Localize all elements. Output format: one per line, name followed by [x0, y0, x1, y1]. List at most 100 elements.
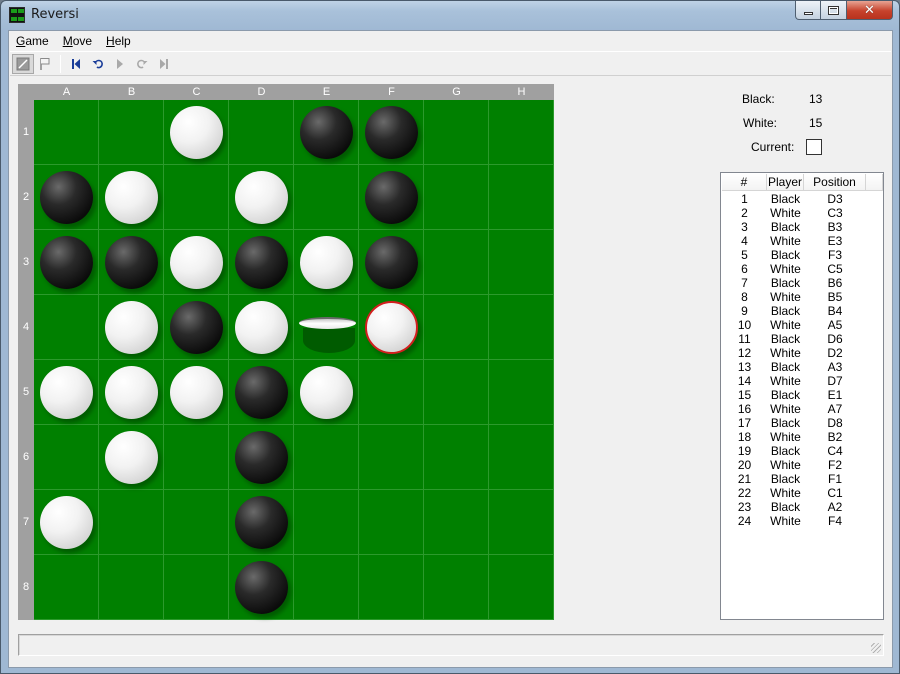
- board-cell-G3[interactable]: [424, 230, 489, 295]
- board-cell-D8[interactable]: [229, 555, 294, 620]
- board-cell-G7[interactable]: [424, 490, 489, 555]
- move-history-list[interactable]: # Player Position 1 Black D3 2 White C3 3 Black…: [720, 172, 884, 620]
- board-cell-E6[interactable]: [294, 425, 359, 490]
- board-cell-F3[interactable]: [359, 230, 424, 295]
- board-cell-A8[interactable]: [34, 555, 99, 620]
- board-cell-D7[interactable]: [229, 490, 294, 555]
- board-cell-A1[interactable]: [34, 100, 99, 165]
- history-row[interactable]: 8 White B5: [722, 291, 866, 305]
- board-cell-H5[interactable]: [489, 360, 554, 425]
- board-cell-A5[interactable]: [34, 360, 99, 425]
- board-cell-F2[interactable]: [359, 165, 424, 230]
- board-cell-A7[interactable]: [34, 490, 99, 555]
- board-cell-C4[interactable]: [164, 295, 229, 360]
- game-board[interactable]: [34, 100, 554, 620]
- board-cell-D6[interactable]: [229, 425, 294, 490]
- board-cell-D5[interactable]: [229, 360, 294, 425]
- board-cell-C6[interactable]: [164, 425, 229, 490]
- board-cell-A3[interactable]: [34, 230, 99, 295]
- board-cell-F8[interactable]: [359, 555, 424, 620]
- history-row[interactable]: 23 Black A2: [722, 501, 866, 515]
- board-cell-E3[interactable]: [294, 230, 359, 295]
- board-cell-E5[interactable]: [294, 360, 359, 425]
- board-cell-G5[interactable]: [424, 360, 489, 425]
- history-row[interactable]: 15 Black E1: [722, 389, 866, 403]
- history-row[interactable]: 10 White A5: [722, 319, 866, 333]
- board-cell-C7[interactable]: [164, 490, 229, 555]
- history-row[interactable]: 14 White D7: [722, 375, 866, 389]
- first-move-button[interactable]: [65, 54, 87, 74]
- maximize-button[interactable]: [821, 1, 847, 20]
- play-button[interactable]: [109, 54, 131, 74]
- last-move-button[interactable]: [153, 54, 175, 74]
- history-row[interactable]: 18 White B2: [722, 431, 866, 445]
- board-cell-E4[interactable]: [294, 295, 359, 360]
- board-cell-C1[interactable]: [164, 100, 229, 165]
- board-cell-E1[interactable]: [294, 100, 359, 165]
- board-cell-F1[interactable]: [359, 100, 424, 165]
- history-row[interactable]: 6 White C5: [722, 263, 866, 277]
- board-cell-B6[interactable]: [99, 425, 164, 490]
- minimize-button[interactable]: [795, 1, 821, 20]
- board-cell-A2[interactable]: [34, 165, 99, 230]
- history-row[interactable]: 4 White E3: [722, 235, 866, 249]
- board-cell-F7[interactable]: [359, 490, 424, 555]
- board-cell-C3[interactable]: [164, 230, 229, 295]
- board-cell-H2[interactable]: [489, 165, 554, 230]
- menu-game[interactable]: Game: [9, 31, 56, 51]
- history-row[interactable]: 3 Black B3: [722, 221, 866, 235]
- history-row[interactable]: 12 White D2: [722, 347, 866, 361]
- undo-button[interactable]: [87, 54, 109, 74]
- board-cell-E7[interactable]: [294, 490, 359, 555]
- resize-grip-icon[interactable]: [871, 643, 881, 653]
- history-row[interactable]: 13 Black A3: [722, 361, 866, 375]
- menu-help[interactable]: Help: [99, 31, 138, 51]
- board-cell-H1[interactable]: [489, 100, 554, 165]
- board-cell-C5[interactable]: [164, 360, 229, 425]
- board-cell-G4[interactable]: [424, 295, 489, 360]
- board-cell-A4[interactable]: [34, 295, 99, 360]
- history-row[interactable]: 5 Black F3: [722, 249, 866, 263]
- board-cell-B2[interactable]: [99, 165, 164, 230]
- header-player[interactable]: Player: [767, 174, 804, 191]
- board-cell-H3[interactable]: [489, 230, 554, 295]
- board-cell-B7[interactable]: [99, 490, 164, 555]
- history-row[interactable]: 7 Black B6: [722, 277, 866, 291]
- board-cell-B1[interactable]: [99, 100, 164, 165]
- history-row[interactable]: 11 Black D6: [722, 333, 866, 347]
- history-row[interactable]: 20 White F2: [722, 459, 866, 473]
- board-cell-D4[interactable]: [229, 295, 294, 360]
- history-row[interactable]: 2 White C3: [722, 207, 866, 221]
- history-row[interactable]: 16 White A7: [722, 403, 866, 417]
- board-cell-F4[interactable]: [359, 295, 424, 360]
- board-cell-F6[interactable]: [359, 425, 424, 490]
- board-cell-D1[interactable]: [229, 100, 294, 165]
- board-cell-B8[interactable]: [99, 555, 164, 620]
- board-cell-B4[interactable]: [99, 295, 164, 360]
- header-position[interactable]: Position: [804, 174, 866, 191]
- history-row[interactable]: 17 Black D8: [722, 417, 866, 431]
- history-row[interactable]: 24 White F4: [722, 515, 866, 529]
- board-cell-G6[interactable]: [424, 425, 489, 490]
- board-cell-A6[interactable]: [34, 425, 99, 490]
- resign-button[interactable]: [34, 54, 56, 74]
- board-cell-C8[interactable]: [164, 555, 229, 620]
- board-cell-D2[interactable]: [229, 165, 294, 230]
- board-cell-G8[interactable]: [424, 555, 489, 620]
- history-row[interactable]: 9 Black B4: [722, 305, 866, 319]
- board-cell-G1[interactable]: [424, 100, 489, 165]
- board-cell-G2[interactable]: [424, 165, 489, 230]
- board-cell-D3[interactable]: [229, 230, 294, 295]
- board-cell-H7[interactable]: [489, 490, 554, 555]
- board-cell-H4[interactable]: [489, 295, 554, 360]
- title-bar[interactable]: Reversi ✕: [1, 1, 899, 29]
- board-cell-B5[interactable]: [99, 360, 164, 425]
- board-cell-H6[interactable]: [489, 425, 554, 490]
- board-cell-B3[interactable]: [99, 230, 164, 295]
- history-row[interactable]: 19 Black C4: [722, 445, 866, 459]
- history-row[interactable]: 1 Black D3: [722, 193, 866, 207]
- new-game-button[interactable]: [12, 53, 34, 74]
- board-cell-E2[interactable]: [294, 165, 359, 230]
- close-button[interactable]: ✕: [847, 1, 893, 20]
- board-cell-C2[interactable]: [164, 165, 229, 230]
